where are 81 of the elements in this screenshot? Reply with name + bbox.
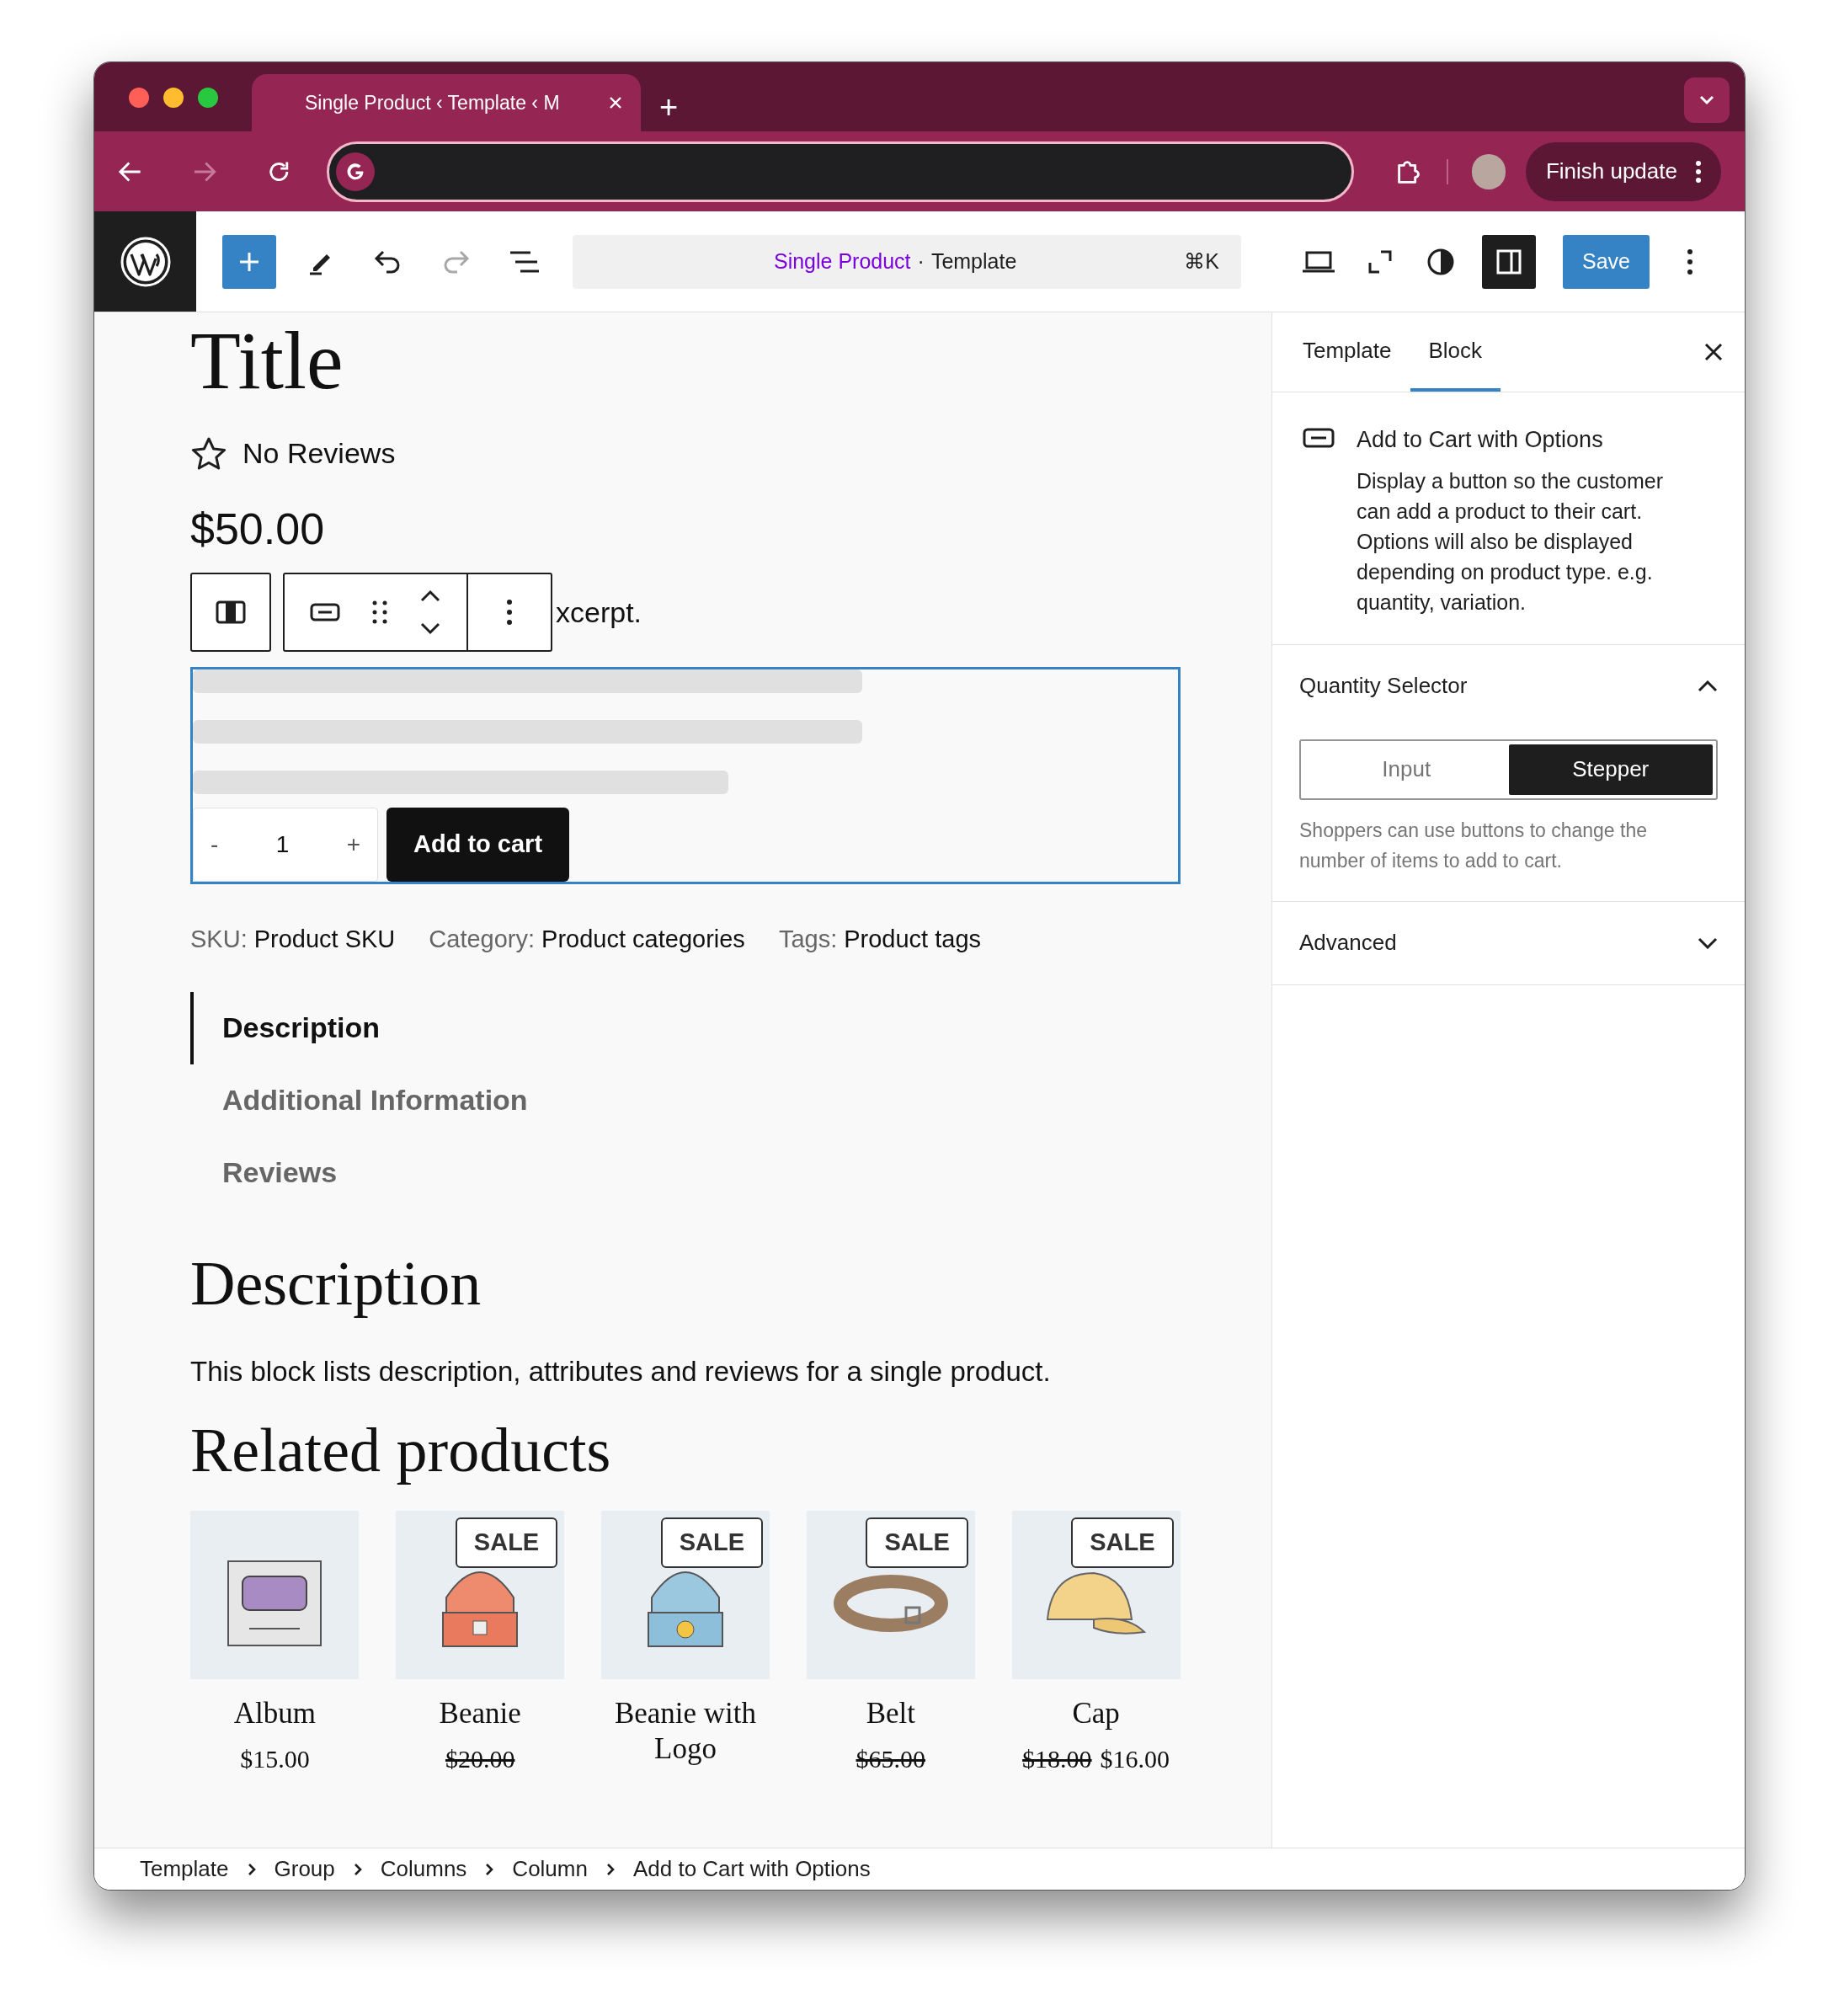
new-tab-button[interactable]: + [659,91,679,123]
product-price: $65.00 [856,1744,926,1774]
product-name[interactable]: Beanie with Logo [600,1696,770,1767]
product-tab[interactable]: Additional Information [190,1064,1181,1137]
avatar[interactable] [1471,153,1506,189]
meta-value: Product SKU [253,925,396,954]
select-parent-button[interactable] [190,573,271,652]
chevron-right-icon [353,1862,362,1876]
quantity-stepper[interactable]: - 1 + [193,808,378,882]
list-view-icon[interactable] [509,249,541,274]
product-price: $20.00 [445,1744,515,1774]
sidebar-tab[interactable]: Block [1410,312,1501,392]
block-title: Add to Cart with Options [1357,426,1604,454]
sidebar-icon [1495,248,1522,275]
chevron-down-icon [1698,936,1718,949]
add-to-cart-button[interactable]: Add to cart [386,808,570,882]
meta-label: SKU: [190,925,248,954]
sale-badge: SALE [1071,1517,1174,1568]
command-bar[interactable]: Single Product · Template ⌘K [573,234,1241,289]
breadcrumb-item[interactable]: Columns [380,1853,467,1885]
product-name[interactable]: Beanie [439,1696,521,1731]
product-price: $18.00 [1022,1744,1092,1774]
kebab-icon[interactable] [1687,248,1692,275]
chevron-up-icon [1698,680,1718,692]
product-price: $15.00 [240,1744,310,1774]
toggle-option[interactable]: Stepper [1508,744,1713,795]
columns-icon [216,600,246,624]
move-up-down-icon[interactable] [419,589,441,636]
star-icon [190,435,227,472]
sale-badge: SALE [866,1517,968,1568]
product-name[interactable]: Belt [866,1696,915,1731]
description-text: This block lists description, attributes and reviews for a single product. [190,1355,1052,1389]
sale-badge: SALE [455,1517,558,1568]
product-name[interactable]: Cap [1072,1696,1120,1731]
kebab-icon[interactable] [507,600,512,625]
increase-button[interactable]: + [346,827,360,862]
sale-badge: SALE [660,1517,763,1568]
quantity-value[interactable]: 1 [275,827,290,862]
product-price: $50.00 [190,507,326,551]
drag-handle-icon[interactable] [372,600,387,625]
finish-update-button[interactable]: Finish update [1525,141,1721,201]
section-heading: Description [190,1247,482,1320]
sidebar-toggle-button[interactable] [1482,234,1536,289]
breadcrumb-item[interactable]: Add to Cart with Options [632,1853,871,1885]
product-tab[interactable]: Reviews [190,1136,1181,1209]
close-icon[interactable] [1704,343,1723,361]
panel-header[interactable]: Quantity Selector [1299,644,1718,728]
save-button[interactable]: Save [1563,234,1650,289]
chevron-right-icon [605,1862,615,1876]
chevron-down-icon [1698,94,1715,106]
meta-value: Product tags [844,925,982,954]
tab-search-button[interactable] [1684,77,1730,123]
block-icon[interactable] [310,603,340,621]
excerpt-text: xcerpt. [556,595,642,630]
chevron-right-icon [247,1862,256,1876]
breadcrumb-item[interactable]: Column [512,1853,588,1885]
wordpress-logo-icon[interactable] [119,235,172,288]
laptop-icon[interactable] [1302,249,1335,274]
help-text: Shoppers can use buttons to change the number of items to add to cart. [1299,818,1649,873]
section-heading: Related products [190,1414,612,1486]
rating-text: No Reviews [243,436,396,471]
kebab-icon [1696,160,1701,183]
product-tab[interactable]: Description [190,991,1181,1064]
browser-tab[interactable]: Single Product ‹ Template ‹ M [252,74,641,131]
breadcrumb-item[interactable]: Group [274,1853,335,1885]
product-title: Title [190,319,344,402]
contrast-icon[interactable] [1426,247,1455,276]
chevron-right-icon [485,1862,494,1876]
sidebar-tab[interactable]: Template [1284,312,1410,392]
add-block-button[interactable] [222,234,276,289]
breadcrumb-item[interactable]: Template [140,1853,229,1885]
meta-value: Product categories [541,925,745,954]
meta-label: Category: [429,925,536,954]
product-price: $16.00 [1100,1744,1170,1774]
block-description: Display a button so the customer can add a product to their cart. Options will also be displayed depending on product type. e.g. quantity, variation. [1357,467,1665,616]
block-icon [1303,428,1335,448]
product-name[interactable]: Album [233,1696,316,1731]
fullscreen-icon[interactable] [1367,248,1393,275]
panel-header[interactable]: Advanced [1299,901,1718,984]
decrease-button[interactable]: - [211,827,219,862]
meta-label: Tags: [778,925,838,954]
